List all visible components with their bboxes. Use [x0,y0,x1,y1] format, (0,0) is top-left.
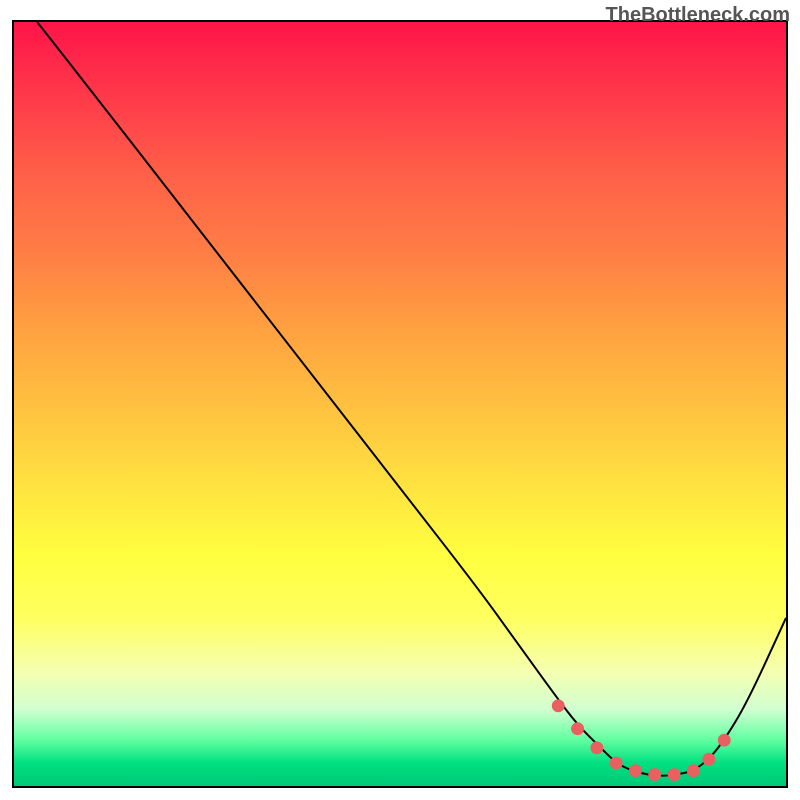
curve-markers [552,699,731,781]
curve-marker [668,768,681,781]
watermark-text: TheBottleneck.com [606,4,790,27]
curve-marker [610,757,623,770]
curve-marker [718,734,731,747]
chart-frame [12,20,788,788]
curve-marker [571,722,584,735]
chart-svg [14,22,786,786]
curve-marker [629,764,642,777]
curve-marker [687,764,700,777]
curve-marker [648,768,661,781]
curve-marker [702,753,715,766]
bottleneck-curve [37,22,786,776]
curve-marker [552,699,565,712]
curve-marker [590,741,603,754]
